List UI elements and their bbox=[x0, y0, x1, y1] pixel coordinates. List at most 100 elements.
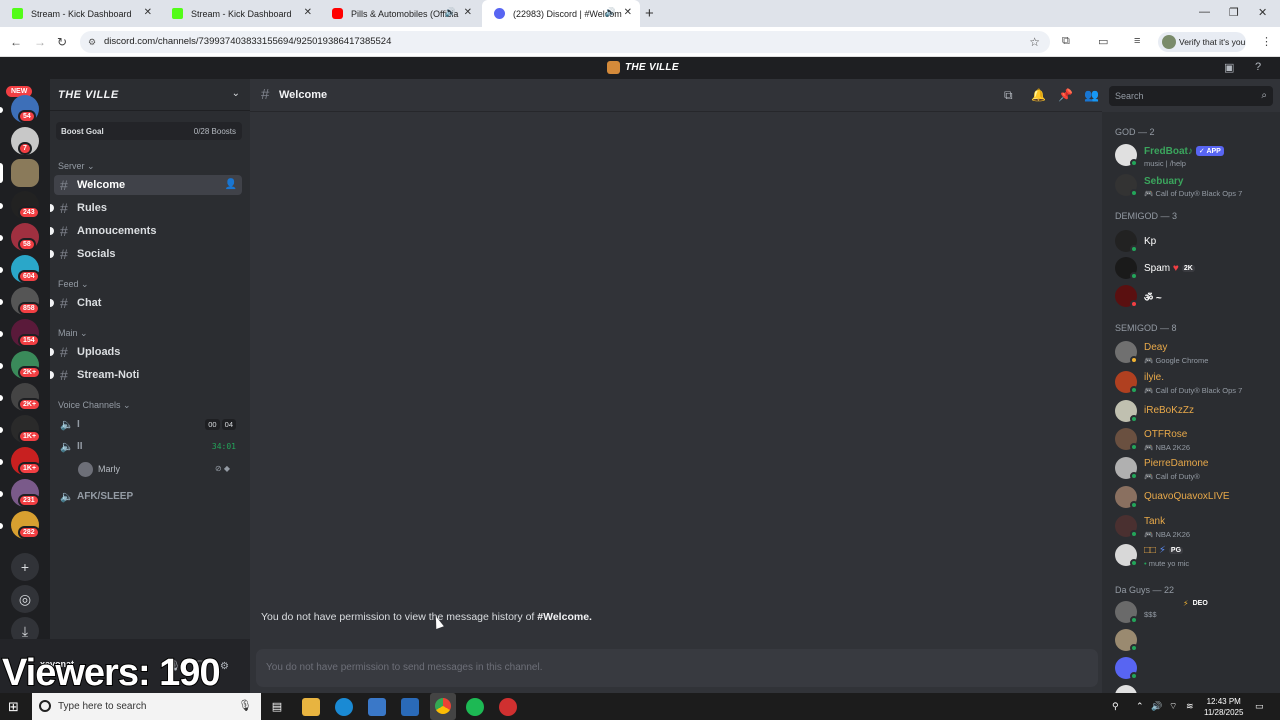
boost-goal[interactable]: Boost Goal 0/28 Boosts bbox=[56, 122, 242, 140]
member-list-icon[interactable]: 👥 bbox=[1084, 88, 1099, 102]
extensions-icon[interactable]: ⧉ bbox=[1062, 35, 1070, 48]
search-placeholder: Search bbox=[1115, 91, 1144, 101]
member-item[interactable]: Spam ♥ 2K bbox=[1115, 254, 1280, 282]
channel-uploads[interactable]: # Uploads bbox=[50, 342, 242, 362]
server-avatar-selected[interactable] bbox=[11, 159, 39, 187]
notifications-icon[interactable]: ▭ bbox=[1255, 701, 1264, 712]
close-icon[interactable]: ✕ bbox=[144, 7, 152, 18]
windows-start-icon[interactable]: ⊞ bbox=[8, 699, 19, 715]
channel-chat[interactable]: # Chat bbox=[50, 293, 242, 313]
message-composer[interactable]: You do not have permission to send messa… bbox=[256, 649, 1098, 687]
category-server[interactable]: Server ⌄ bbox=[58, 161, 95, 172]
restore-icon[interactable]: ❐ bbox=[1229, 6, 1239, 19]
member-item[interactable] bbox=[1115, 654, 1280, 682]
browser-tab-active[interactable]: (22983) Discord | #Welcom 🔊 ✕ bbox=[482, 0, 640, 27]
explore-icon[interactable]: ◎ bbox=[11, 585, 39, 613]
threads-icon[interactable]: ⧉ bbox=[1004, 88, 1013, 103]
unread-indicator bbox=[0, 523, 3, 529]
window-close-icon[interactable]: ✕ bbox=[1258, 6, 1267, 19]
close-icon[interactable]: ✕ bbox=[304, 7, 312, 18]
member-item[interactable]: Deay 🎮 Google Chrome bbox=[1115, 338, 1280, 366]
speaker-icon[interactable]: 🔊 bbox=[445, 7, 456, 18]
category-main[interactable]: Main ⌄ bbox=[58, 328, 88, 339]
member-name: Deay bbox=[1144, 342, 1168, 353]
channel-socials[interactable]: # Socials bbox=[50, 244, 242, 264]
add-server-icon[interactable]: + bbox=[11, 553, 39, 581]
close-icon[interactable]: ✕ bbox=[464, 7, 472, 18]
member-item[interactable]: Kp bbox=[1115, 227, 1280, 255]
voice-channel-2[interactable]: 🔈 II 34:01 bbox=[54, 437, 242, 457]
bell-icon[interactable]: 🔔 bbox=[1031, 88, 1046, 102]
system-clock[interactable]: 12:43 PM 11/28/2025 bbox=[1204, 696, 1243, 718]
voice-channel-afk[interactable]: 🔈 AFK/SLEEP bbox=[54, 487, 242, 507]
category-voice[interactable]: Voice Channels ⌄ bbox=[58, 400, 131, 411]
hash-icon: # bbox=[60, 295, 68, 311]
channel-rules[interactable]: # Rules bbox=[50, 198, 242, 218]
category-feed[interactable]: Feed ⌄ bbox=[58, 279, 89, 290]
bookmark-star-icon[interactable]: ☆ bbox=[1029, 31, 1040, 53]
wifi-icon[interactable]: ≋ bbox=[1186, 701, 1194, 712]
microphone-icon[interactable]: 🎙 bbox=[238, 693, 252, 720]
cast-icon[interactable]: ▭ bbox=[1098, 35, 1108, 48]
member-item[interactable]: ilyie. 🎮 Call of Duty® Black Ops 7 bbox=[1115, 368, 1280, 396]
member-item[interactable]: FredBoat♪ ✓ APP music | /help bbox=[1115, 141, 1280, 169]
server-icon bbox=[607, 61, 620, 74]
new-tab-icon[interactable]: + bbox=[645, 5, 654, 22]
member-item[interactable]: OTFRose 🎮 NBA 2K26 bbox=[1115, 425, 1280, 453]
voice-channel-1[interactable]: 🔈 I 00 04 bbox=[54, 415, 242, 435]
member-item[interactable]: ॐ ~ bbox=[1115, 282, 1280, 310]
task-view-icon[interactable]: ▤ bbox=[268, 698, 286, 716]
channel-stream-noti[interactable]: # Stream-Noti bbox=[50, 365, 242, 385]
spotify-icon[interactable] bbox=[466, 698, 484, 716]
member-item[interactable]: QuavoQuavoxLIVE bbox=[1115, 483, 1280, 511]
reload-icon[interactable]: ↻ bbox=[57, 35, 67, 49]
menu-icon[interactable]: ⋮ bbox=[1261, 35, 1272, 48]
help-icon[interactable]: ? bbox=[1255, 61, 1261, 73]
chevron-up-icon[interactable]: ⌃ bbox=[1136, 701, 1144, 712]
obs-icon[interactable] bbox=[499, 698, 517, 716]
member-item[interactable]: □□ ⚡ PG • mute yo mic bbox=[1115, 541, 1280, 569]
minimize-icon[interactable]: — bbox=[1199, 6, 1210, 18]
forward-icon[interactable]: → bbox=[34, 35, 46, 49]
taskbar-search-input[interactable]: Type here to search 🎙 bbox=[32, 693, 261, 720]
people-icon[interactable]: ⚲ bbox=[1112, 701, 1119, 712]
member-name: Kp bbox=[1144, 236, 1157, 247]
channel-annoucements[interactable]: # Annoucements bbox=[50, 221, 242, 241]
browser-tab[interactable]: Stream - Kick Dashboard ✕ bbox=[0, 0, 160, 27]
site-info-icon[interactable]: ⚙ bbox=[88, 31, 96, 53]
voice-user[interactable]: Marly ⊘ ◆ bbox=[78, 461, 238, 479]
boost-label: Boost Goal bbox=[61, 127, 104, 136]
settings-icon[interactable]: ⚙ bbox=[220, 661, 229, 672]
verify-profile-button[interactable]: Verify that it's you bbox=[1158, 32, 1246, 52]
speaker-icon[interactable]: 🔊 bbox=[605, 7, 616, 18]
pin-icon[interactable]: 📌 bbox=[1058, 88, 1073, 102]
store-icon[interactable] bbox=[368, 698, 386, 716]
member-item[interactable]: Tank 🎮 NBA 2K26 bbox=[1115, 512, 1280, 540]
member-item[interactable]: ⚡ DEO $$$ bbox=[1115, 598, 1280, 626]
member-item[interactable]: PierreDamone 🎮 Call of Duty® bbox=[1115, 454, 1280, 482]
online-status bbox=[1130, 159, 1138, 167]
address-bar[interactable]: ⚙ discord.com/channels/73993740383315569… bbox=[80, 31, 1050, 53]
inbox-icon[interactable]: ▣ bbox=[1224, 61, 1234, 74]
member-item[interactable]: iReBoKzZz bbox=[1115, 397, 1280, 425]
member-item[interactable]: Sebuary 🎮 Call of Duty® Black Ops 7 bbox=[1115, 171, 1280, 199]
browser-tab[interactable]: Pills & Automobiles (Officia 🔊 ✕ bbox=[320, 0, 480, 27]
edge-icon[interactable] bbox=[335, 698, 353, 716]
back-icon[interactable]: ← bbox=[10, 35, 22, 49]
unread-indicator bbox=[0, 331, 3, 337]
invite-icon[interactable]: 👤 bbox=[225, 179, 237, 190]
chrome-icon[interactable] bbox=[430, 693, 456, 720]
search-input[interactable]: Search ⌕ bbox=[1109, 86, 1273, 106]
media-icon[interactable]: ≡ bbox=[1134, 35, 1140, 47]
channel-welcome[interactable]: # Welcome 👤 bbox=[54, 175, 242, 195]
member-item[interactable] bbox=[1115, 682, 1280, 693]
volume-icon[interactable]: 🔊 bbox=[1151, 701, 1162, 712]
member-item[interactable] bbox=[1115, 626, 1280, 654]
browser-tab[interactable]: Stream - Kick Dashboard ✕ bbox=[160, 0, 320, 27]
file-explorer-icon[interactable] bbox=[302, 698, 320, 716]
server-header[interactable]: THE VILLE ⌄ bbox=[50, 79, 250, 111]
mail-icon[interactable] bbox=[401, 698, 419, 716]
network-icon[interactable]: ⌔ bbox=[1169, 701, 1177, 712]
close-icon[interactable]: ✕ bbox=[624, 7, 632, 18]
unread-indicator bbox=[0, 267, 3, 273]
